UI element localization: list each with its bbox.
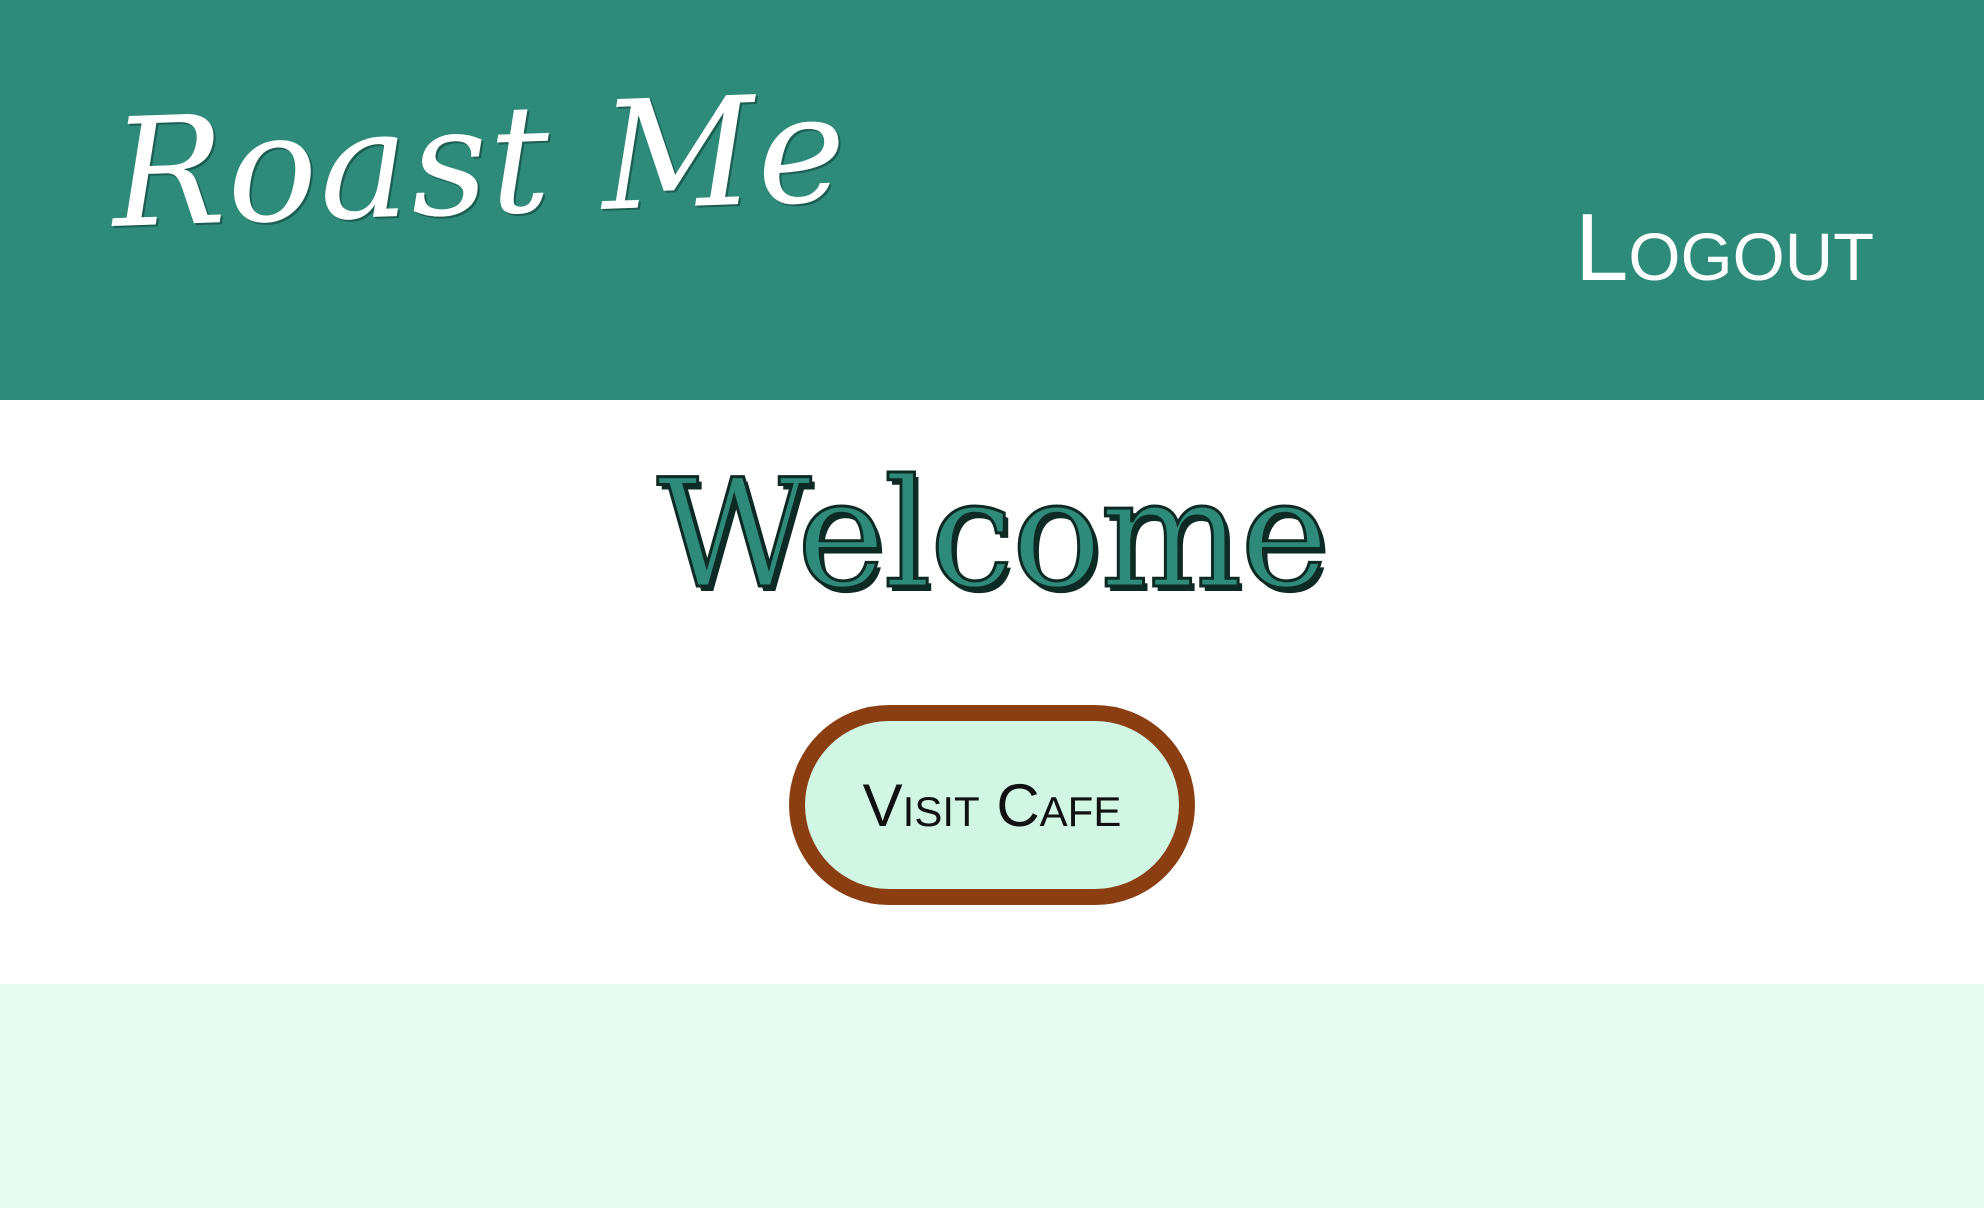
visit-cafe-button[interactable]: Visit Cafe <box>789 705 1195 905</box>
top-nav-bar: Roast Me Logout <box>0 0 1984 400</box>
welcome-heading: Welcome <box>655 448 1330 622</box>
site-logo-title[interactable]: Roast Me <box>109 62 851 262</box>
logout-link[interactable]: Logout <box>1575 200 1874 296</box>
page-footer <box>0 984 1984 1208</box>
main-content: Welcome Visit Cafe <box>0 400 1984 984</box>
